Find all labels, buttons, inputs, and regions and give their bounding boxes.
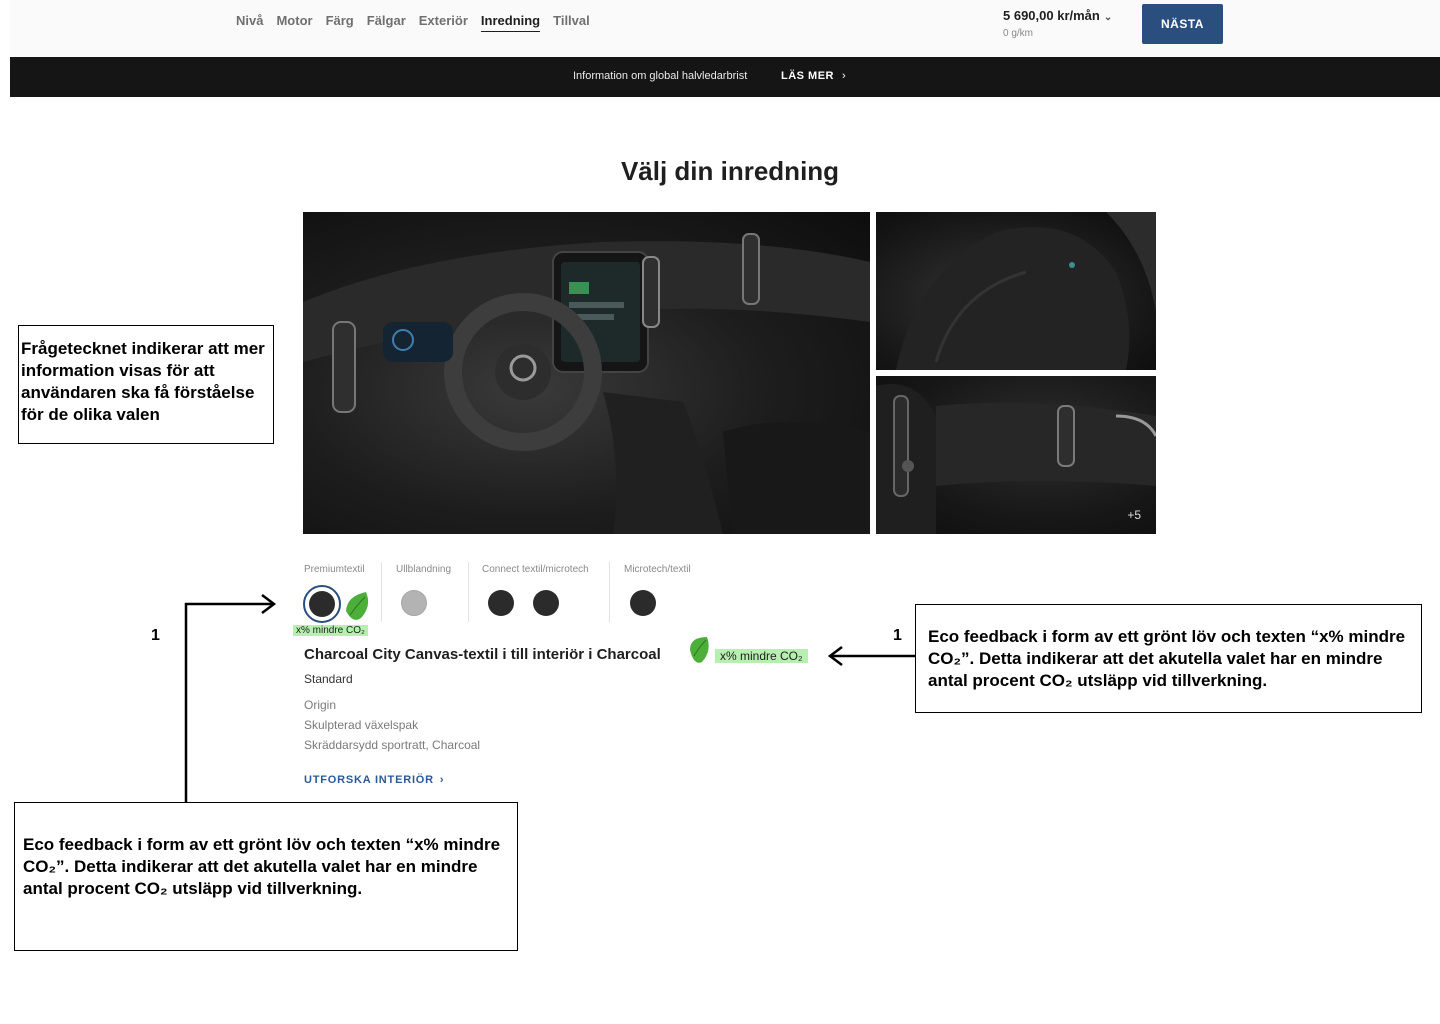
nav-item-tillval[interactable]: Tillval <box>553 13 590 32</box>
nav-item-farg[interactable]: Färg <box>326 13 354 32</box>
group-divider <box>381 562 382 622</box>
selected-interior-title: Charcoal City Canvas-textil i till inter… <box>304 646 661 663</box>
co2-tag-title: x% mindre CO₂ <box>715 649 808 663</box>
read-more-link[interactable]: LÄS MER › <box>781 70 846 82</box>
step-navigation: Nivå Motor Färg Fälgar Exteriör Inrednin… <box>236 13 603 32</box>
banner-text: Information om global halvledarbrist <box>573 70 748 82</box>
group-label-premiumtextil: Premiumtextil <box>304 564 365 575</box>
annotation-arrow-right <box>827 646 915 666</box>
group-label-connect: Connect textil/microtech <box>482 564 589 575</box>
price-value: 5 690,00 kr/mån <box>1003 8 1100 23</box>
next-button[interactable]: NÄSTA <box>1142 4 1223 44</box>
annotation-question-mark: Frågetecknet indikerar att mer informati… <box>18 325 274 444</box>
interior-level: Standard <box>304 672 353 686</box>
group-divider <box>468 562 469 622</box>
feature-item: Origin <box>304 698 337 712</box>
leaf-icon <box>690 637 709 663</box>
nav-item-motor[interactable]: Motor <box>276 13 312 32</box>
swatch-connect-1[interactable] <box>488 590 514 616</box>
group-label-microtech: Microtech/textil <box>624 564 691 575</box>
nav-item-exterior[interactable]: Exteriör <box>419 13 468 32</box>
swatch-premiumtextil-charcoal[interactable] <box>309 591 335 617</box>
trim-illustration <box>876 384 1156 534</box>
chevron-right-icon: › <box>842 70 847 82</box>
annotation-eco-feedback-left: Eco feedback i form av ett grönt löv och… <box>14 802 518 951</box>
interior-main-image[interactable] <box>303 212 870 534</box>
chevron-down-icon: ⌄ <box>1103 12 1113 23</box>
top-bar: Nivå Motor Färg Fälgar Exteriör Inrednin… <box>10 0 1440 57</box>
info-banner: Information om global halvledarbrist LÄS… <box>10 57 1440 97</box>
swatch-microtech[interactable] <box>630 590 656 616</box>
co2-tag-small: x% mindre CO₂ <box>293 625 368 636</box>
leaf-icon <box>346 592 369 620</box>
monthly-price[interactable]: 5 690,00 kr/mån ⌄ <box>1003 8 1112 23</box>
page-title: Välj din inredning <box>620 156 840 186</box>
nav-item-inredning[interactable]: Inredning <box>480 13 541 32</box>
emission-value: 0 g/km <box>1003 28 1034 39</box>
annotation-marker-left: 1 <box>151 627 160 644</box>
nav-item-niva[interactable]: Nivå <box>236 13 263 32</box>
feature-item: Skräddarsydd sportratt, Charcoal <box>304 738 481 752</box>
swatch-ullblandning-grey[interactable] <box>401 590 427 616</box>
annotation-arrow-left <box>184 594 277 802</box>
explore-interior-link[interactable]: UTFORSKA INTERIÖR › <box>304 774 444 786</box>
feature-item: Skulpterad växelspak <box>304 718 419 732</box>
swatch-connect-2[interactable] <box>533 590 559 616</box>
annotation-marker-right: 1 <box>893 627 902 644</box>
nav-item-falgar[interactable]: Fälgar <box>367 13 406 32</box>
read-more-label: LÄS MER <box>781 70 834 82</box>
group-label-ullblandning: Ullblandning <box>396 564 452 575</box>
group-divider <box>609 562 610 622</box>
chevron-right-icon: › <box>439 774 445 786</box>
seat-detail-image[interactable] <box>876 212 1156 370</box>
dashboard-detail-image[interactable]: +5 <box>876 376 1156 534</box>
annotation-eco-feedback-right: Eco feedback i form av ett grönt löv och… <box>915 604 1422 713</box>
explore-label: UTFORSKA INTERIÖR <box>304 774 434 786</box>
dashboard-illustration <box>303 233 870 534</box>
more-images-count[interactable]: +5 <box>1127 508 1141 522</box>
seat-illustration <box>896 212 1156 370</box>
